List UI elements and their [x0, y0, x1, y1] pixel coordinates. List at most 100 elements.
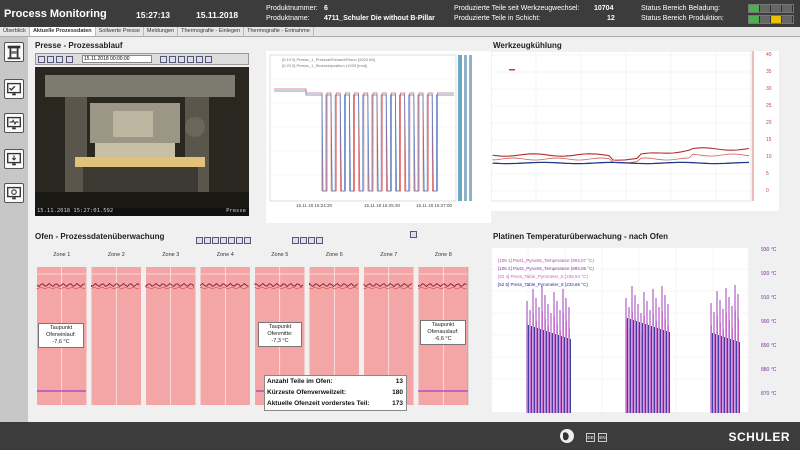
video-status-bar: 15.11.2018 15:27:01.592 Presse [35, 208, 249, 216]
zoom-icon[interactable] [38, 56, 45, 63]
platinen-ytick: 880 °C [761, 367, 777, 373]
zoom-out-icon[interactable] [204, 237, 211, 244]
tab-2[interactable]: Sollwerte Presse [96, 27, 144, 36]
tab-4[interactable]: Thermografie - Einlegen [178, 27, 245, 36]
produktnummer-value: 6 [324, 5, 328, 12]
status-produktion-indicator [748, 15, 794, 24]
ofen-info-box: Anzahl Teile im Ofen: 13 Kürzeste Ofenver… [264, 375, 407, 411]
tab-3[interactable]: Meldungen [144, 27, 179, 36]
bottom-bar: DE EN SCHULER [0, 422, 800, 450]
werkzeug-ytick: 5 [766, 171, 769, 177]
platinen-ytick: 900 °C [761, 319, 777, 325]
fit-icon[interactable] [220, 237, 227, 244]
werkzeug-ytick: 30 [766, 86, 772, 92]
monitor-settings-icon[interactable] [4, 183, 24, 203]
info-aktuelle-value: 173 [392, 400, 403, 407]
play-icon[interactable] [47, 56, 54, 63]
press-legend-1: [0:19 0] Presse_1_PressraftGesamtFrisuo … [282, 57, 376, 62]
record-icon[interactable] [169, 56, 176, 63]
info-row-kuerzeste: Kürzeste Ofenverweilzeit: 180 [267, 389, 403, 399]
platinen-legend-3: [52 4] Press_Table_Pyrometer_5 (235,54 °… [498, 274, 588, 279]
platinen-chart [490, 246, 750, 414]
presse-title: Presse - Prozessablauf [35, 41, 123, 50]
tab-0[interactable]: Überblick [0, 27, 30, 36]
platinen-ytick: 910 °C [761, 295, 777, 301]
werkzeug-ytick: 10 [766, 154, 772, 160]
export-icon[interactable] [244, 237, 251, 244]
tab-5[interactable]: Thermografie - Entnahme [244, 27, 314, 36]
werkzeug-ytick: 40 [766, 52, 772, 58]
rewind-icon[interactable] [187, 56, 194, 63]
pause-icon[interactable] [160, 56, 167, 63]
zoom-in-icon[interactable] [196, 237, 203, 244]
prev-icon[interactable] [300, 237, 307, 244]
taupunkt-einlauf-value: -7,6 °C [52, 339, 70, 345]
monitor-download-icon[interactable] [4, 149, 24, 169]
tab-bar: Überblick Aktuelle Prozessdaten Sollwerte … [0, 27, 800, 37]
press-force-chart: [0:19 0] Presse_1_PressraftGesamtFrisuo … [266, 51, 491, 223]
main-content: Presse - Prozessablauf 15.11.2018 00:00:… [28, 37, 800, 422]
press-xtick-3: 15.11.18 15:27:00 [416, 203, 452, 208]
press-icon[interactable] [4, 42, 24, 62]
settings-icon[interactable] [410, 231, 417, 238]
zone-label-7: Zone 7 [380, 252, 398, 258]
taupunkt-einlauf-label: Taupunkt Ofeneinlauf: [46, 325, 76, 338]
status-produktion-label: Status Bereich Produktion: [641, 15, 724, 22]
taupunkt-mitte-value: -7,3 °C [271, 338, 289, 344]
first-icon[interactable] [292, 237, 299, 244]
table-icon[interactable] [228, 237, 235, 244]
info-row-aktuelle: Aktuelle Ofenzeit vorderstes Teil: 173 [267, 400, 403, 410]
status-beladung-label: Status Bereich Beladung: [641, 5, 720, 12]
info-kuerzeste-label: Kürzeste Ofenverweilzeit: [267, 389, 347, 396]
monitor-heart-icon[interactable] [4, 113, 24, 133]
last-icon[interactable] [316, 237, 323, 244]
werkzeug-title: Werkzeugkühlung [493, 41, 562, 50]
clock-time: 15:27:13 [136, 10, 171, 20]
stop-icon[interactable] [66, 56, 73, 63]
produktname-label: Produktname: [266, 15, 310, 22]
forward-icon[interactable] [196, 56, 203, 63]
taupunkt-einlauf: Taupunkt Ofeneinlauf: -7,6 °C [38, 323, 84, 348]
video-toolbar: 15.11.2018 00:00:00 [35, 53, 249, 65]
lang-de-button[interactable]: DE [586, 433, 595, 442]
next-icon[interactable] [308, 237, 315, 244]
taupunkt-auslauf-label: Taupunkt Ofenauslauf: [427, 322, 459, 335]
grid-icon[interactable] [56, 56, 63, 63]
zone-label-4: Zone 4 [216, 252, 234, 258]
taupunkt-auslauf-value: -6,6 °C [434, 336, 452, 342]
platinen-ytick: 890 °C [761, 343, 777, 349]
press-camera-video[interactable] [35, 67, 249, 209]
app-title: Process Monitoring [4, 8, 107, 20]
produktname-value: 4711_Schuler Die without B-Pillar [324, 15, 435, 22]
video-name: Presse [226, 208, 246, 214]
werkzeug-ytick: 35 [766, 69, 772, 75]
platinen-legend-1: [105 1] Part1_Pyrom5_Temperature (903,07… [498, 258, 594, 263]
video-time-field[interactable]: 15.11.2018 00:00:00 [82, 55, 152, 63]
platinen-legend-2: [105 2] Part2_Pyrom5_Temperature (893,08… [498, 266, 594, 271]
grid-toggle-icon[interactable] [236, 237, 243, 244]
press-legend-2: [0:23 0] Presse_1_Stoesselposition (1933… [282, 63, 368, 68]
werkzeug-ytick: 0 [766, 188, 769, 194]
zone-label-2: Zone 2 [107, 252, 125, 258]
taupunkt-mitte-label: Taupunkt Ofenmitte: [267, 324, 293, 337]
werkzeug-ytick: 25 [766, 103, 772, 109]
zone-label-3: Zone 3 [162, 252, 180, 258]
teile-seit-value: 10704 [594, 5, 614, 12]
pan-icon[interactable] [212, 237, 219, 244]
teile-schicht-label: Produzierte Teile in Schicht: [454, 15, 541, 22]
step-back-icon[interactable] [178, 56, 185, 63]
platinen-ytick: 870 °C [761, 391, 777, 397]
lang-en-button[interactable]: EN [598, 433, 607, 442]
produktnummer-label: Produktnummer: [266, 5, 318, 12]
ofen-title: Ofen - Prozessdatenüberwachung [35, 232, 165, 241]
video-timestamp: 15.11.2018 15:27:01.592 [37, 208, 114, 214]
globe-icon[interactable] [560, 429, 574, 443]
teile-schicht-value: 12 [607, 15, 615, 22]
platinen-ytick: 920 °C [761, 271, 777, 277]
step-forward-icon[interactable] [205, 56, 212, 63]
tab-1[interactable]: Aktuelle Prozessdaten [29, 27, 96, 36]
taupunkt-auslauf: Taupunkt Ofenauslauf: -6,6 °C [420, 320, 466, 345]
checklist-icon[interactable] [4, 79, 24, 99]
info-aktuelle-label: Aktuelle Ofenzeit vorderstes Teil: [267, 400, 370, 407]
info-kuerzeste-value: 180 [392, 389, 403, 396]
